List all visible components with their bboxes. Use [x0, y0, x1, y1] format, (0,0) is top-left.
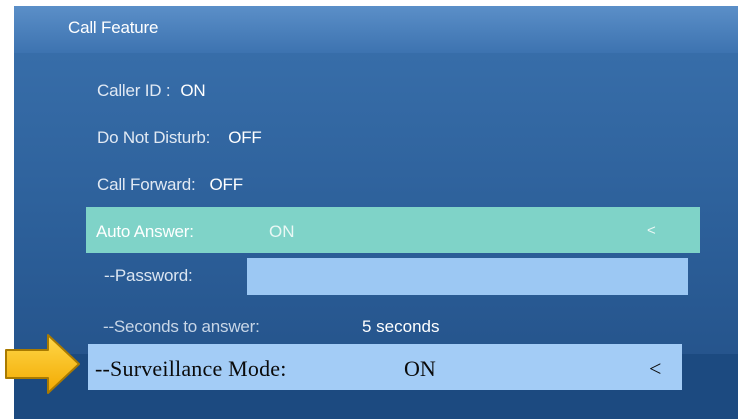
caller-id-label: Caller ID :: [97, 81, 171, 100]
setting-call-forward[interactable]: Call Forward: OFF: [97, 175, 243, 195]
seconds-to-answer-label: --Seconds to answer:: [103, 317, 260, 336]
surveillance-mode-selector-caret: <: [649, 356, 662, 381]
do-not-disturb-value: OFF: [228, 128, 262, 147]
call-forward-label: Call Forward:: [97, 175, 196, 194]
call-forward-value: OFF: [209, 175, 243, 194]
password-label: --Password:: [104, 266, 193, 285]
setting-do-not-disturb[interactable]: Do Not Disturb: OFF: [97, 128, 262, 148]
arrow-right-icon: [5, 334, 80, 394]
page-title: Call Feature: [68, 18, 159, 37]
password-field[interactable]: [247, 258, 688, 295]
caller-id-value: ON: [180, 81, 206, 100]
do-not-disturb-label: Do Not Disturb:: [97, 128, 211, 147]
auto-answer-value: ON: [269, 222, 295, 241]
setting-caller-id[interactable]: Caller ID : ON: [97, 81, 206, 101]
seconds-to-answer-value[interactable]: 5 seconds: [362, 317, 440, 337]
surveillance-mode-value: ON: [404, 356, 436, 381]
surveillance-mode-label: --Surveillance Mode:: [95, 356, 287, 381]
auto-answer-selector-caret: <: [647, 222, 656, 239]
auto-answer-label: Auto Answer:: [96, 222, 194, 241]
